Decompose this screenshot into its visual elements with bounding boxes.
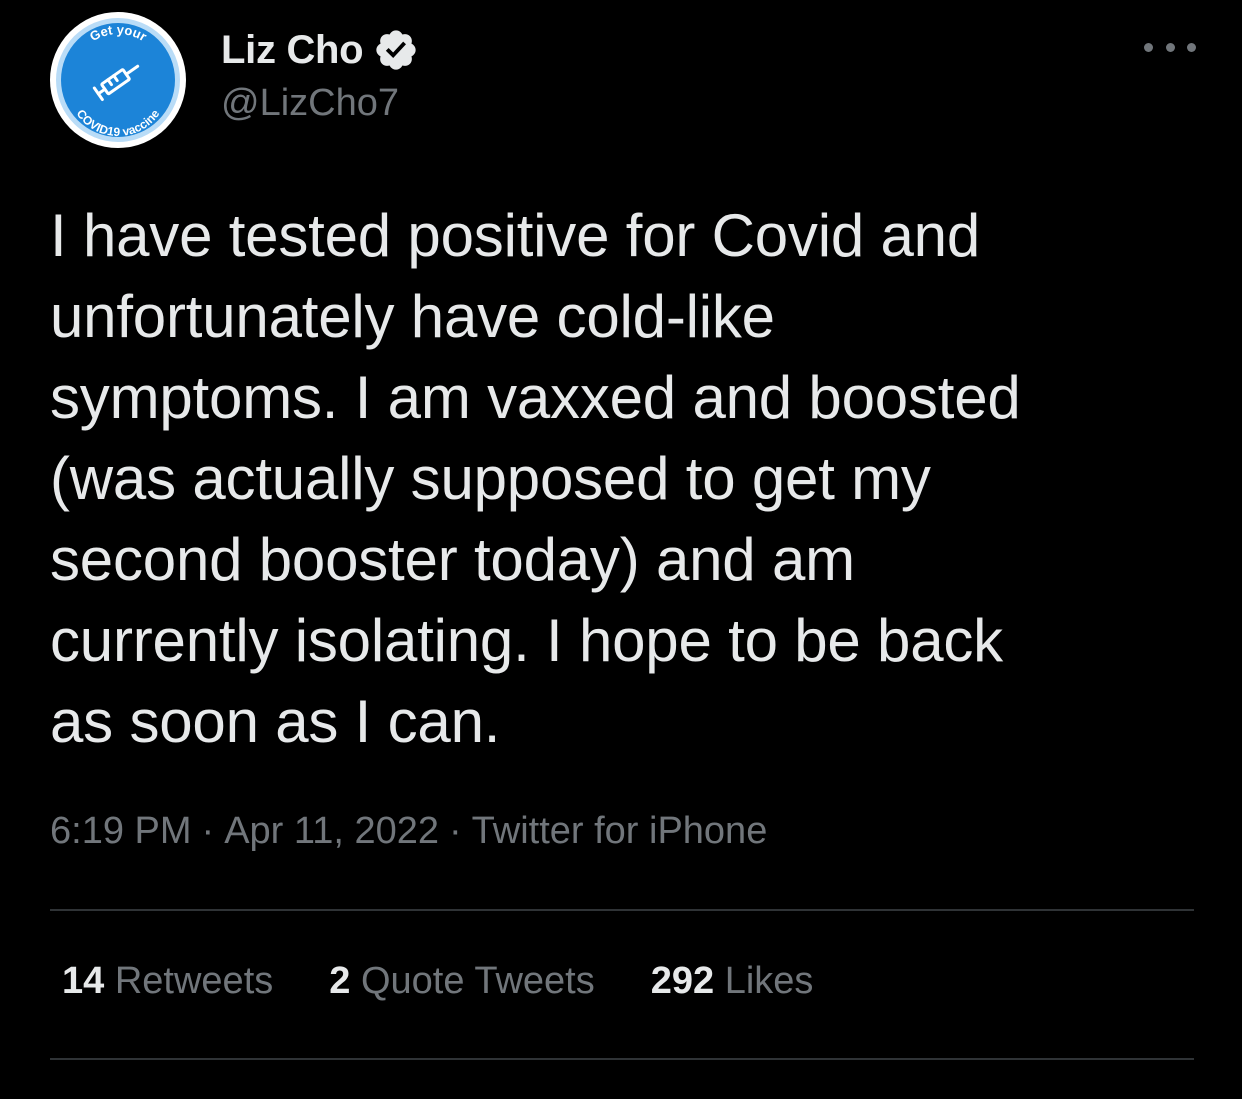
more-dot [1187, 42, 1196, 52]
more-dot [1144, 42, 1153, 52]
tweet-meta: 6:19 PM · Apr 11, 2022 · Twitter for iPhone [50, 810, 767, 853]
meta-separator: · [201, 810, 215, 852]
divider [50, 1058, 1194, 1060]
retweets-count: 14 [62, 960, 105, 1002]
retweets-stat[interactable]: 14 Retweets [62, 960, 273, 1003]
more-icon[interactable] [1144, 30, 1196, 64]
verified-badge-icon [373, 27, 419, 73]
tweet-source[interactable]: Twitter for iPhone [472, 810, 768, 852]
more-dot [1165, 42, 1175, 52]
likes-stat[interactable]: 292 Likes [651, 960, 814, 1003]
quote-tweets-label: Quote Tweets [360, 960, 595, 1002]
tweet-date[interactable]: Apr 11, 2022 [224, 810, 439, 852]
quote-tweets-count: 2 [329, 960, 351, 1002]
likes-count: 292 [650, 960, 715, 1002]
tweet-time[interactable]: 6:19 PM [50, 810, 192, 852]
tweet-stats: 14 Retweets 2 Quote Tweets 292 Likes [62, 960, 869, 1003]
author-handle[interactable]: @LizCho7 [221, 82, 399, 125]
retweets-label: Retweets [114, 960, 274, 1002]
avatar-badge: Get your COVID19 vaccine [51, 13, 185, 147]
divider [50, 909, 1194, 911]
tweet-text: I have tested positive for Covid and unf… [50, 202, 1021, 755]
meta-separator: · [448, 810, 462, 852]
avatar[interactable]: Get your COVID19 vaccine [50, 12, 186, 148]
likes-label: Likes [724, 960, 814, 1002]
author-display-name[interactable]: Liz Cho [221, 28, 364, 73]
quote-tweets-stat[interactable]: 2 Quote Tweets [329, 960, 594, 1003]
author-name-row[interactable]: Liz Cho [221, 24, 419, 76]
